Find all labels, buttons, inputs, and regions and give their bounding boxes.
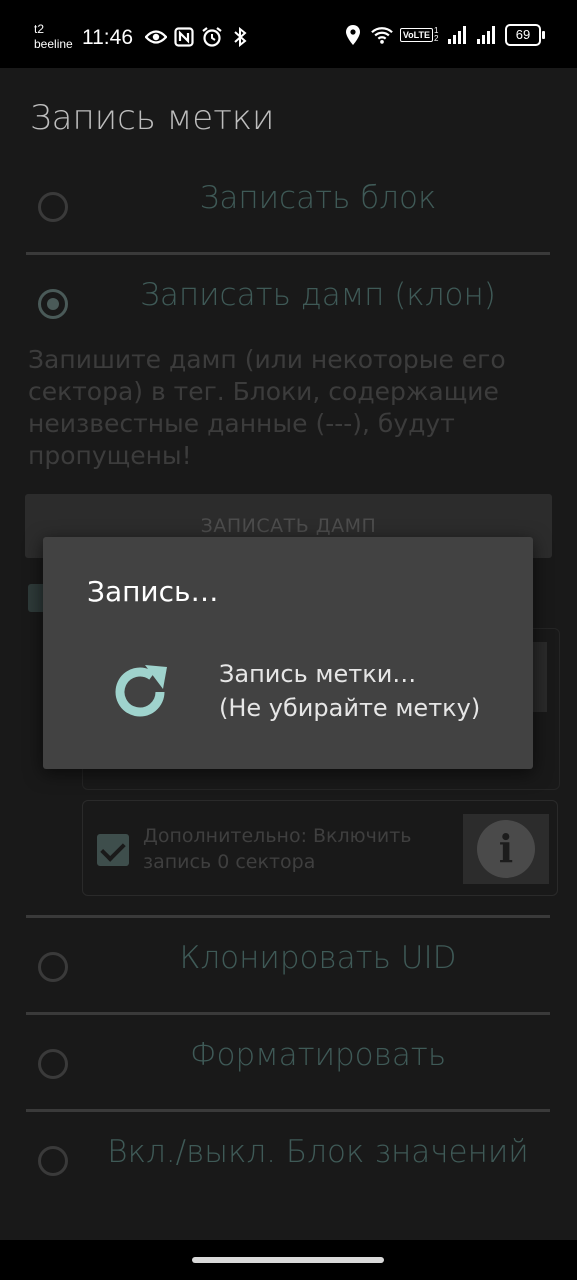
dialog-message: Запись метки… (Не убирайте метку): [219, 657, 480, 725]
app-bar: Запись метки: [0, 68, 577, 168]
radio-write-dump[interactable]: [38, 289, 68, 319]
volte-label: VoLTE: [399, 28, 433, 42]
signal-sim1-icon: [447, 24, 469, 46]
option-label: Вкл./выкл. Блок значений: [107, 1134, 529, 1170]
dump-description: Запишите дамп (или некоторые его сектора…: [28, 345, 506, 470]
home-gesture-handle[interactable]: [192, 1257, 384, 1263]
clock: 11:46: [82, 26, 133, 49]
status-bar: t2 beeline 11:46 VoLTE 1 2 69: [0, 0, 577, 68]
wifi-icon: [370, 24, 393, 46]
volte-badge: VoLTE 1 2: [399, 26, 440, 43]
carrier-bottom: beeline: [34, 37, 73, 51]
dialog-title: Запись…: [87, 575, 219, 608]
volte-sim-label: 1 2: [434, 26, 439, 43]
option-label: Записать блок: [199, 180, 437, 216]
dialog-message-line2: (Не убирайте метку): [219, 694, 481, 722]
eye-icon: [145, 26, 167, 48]
navigation-bar: [0, 1240, 577, 1280]
option-label: Форматировать: [189, 1037, 447, 1073]
page-title: Запись метки: [30, 98, 275, 138]
radio-clone-uid[interactable]: [38, 952, 68, 982]
signal-sim2-icon: [476, 24, 498, 46]
carrier-label: t2 beeline: [34, 22, 73, 52]
battery-indicator: 69: [505, 24, 545, 46]
extra-options-box: Дополнительно: Включить запись 0 сектора…: [82, 800, 558, 896]
refresh-icon: [105, 657, 175, 727]
sector0-checkbox[interactable]: [97, 834, 129, 866]
option-write-block[interactable]: Записать блок: [26, 158, 550, 254]
option-clone-uid[interactable]: Клонировать UID: [26, 918, 550, 1014]
dialog-message-line1: Запись метки…: [219, 660, 417, 688]
radio-write-block[interactable]: [38, 192, 68, 222]
radio-value-block[interactable]: [38, 1146, 68, 1176]
sector0-label: Дополнительно: Включить запись 0 сектора: [143, 825, 412, 873]
option-label: Клонировать UID: [179, 940, 457, 976]
notification-icons: [145, 26, 251, 48]
nfc-icon: [173, 26, 195, 48]
option-value-block[interactable]: Вкл./выкл. Блок значений: [26, 1112, 550, 1208]
option-format[interactable]: Форматировать: [26, 1015, 550, 1111]
progress-dialog: Запись… Запись метки… (Не убирайте метку…: [43, 537, 533, 769]
option-label: Записать дамп (клон): [140, 277, 496, 313]
radio-format[interactable]: [38, 1049, 68, 1079]
location-icon: [342, 24, 364, 46]
system-icons: VoLTE 1 2 69: [342, 24, 545, 46]
info-button[interactable]: i: [463, 814, 549, 884]
carrier-top: t2: [34, 22, 45, 36]
bluetooth-icon: [229, 26, 251, 48]
option-write-dump[interactable]: Записать дамп (клон): [26, 255, 550, 351]
alarm-icon: [201, 26, 223, 48]
info-icon: i: [477, 820, 535, 878]
